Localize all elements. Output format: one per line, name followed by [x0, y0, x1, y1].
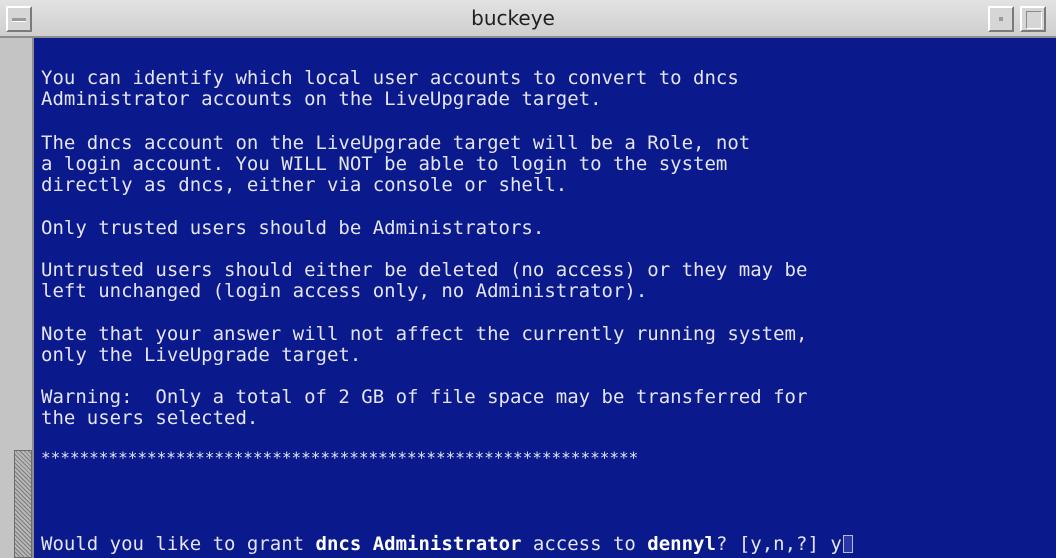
- terminal-line: left unchanged (login access only, no Ad…: [41, 280, 648, 302]
- separator-line: ****************************************…: [41, 448, 639, 467]
- prompt-role: dncs Administrator: [315, 533, 522, 555]
- terminal-window: buckeye You can identify which local use…: [0, 0, 1056, 558]
- prompt-text: access to: [521, 533, 648, 555]
- maximize-icon: [1026, 11, 1042, 29]
- vertical-scrollbar[interactable]: [0, 38, 34, 558]
- terminal-line: directly as dncs, either via console or …: [41, 174, 568, 196]
- prompt-options: ? [y,n,?]: [715, 533, 831, 555]
- scrollbar-thumb[interactable]: [14, 450, 32, 558]
- terminal-line: a login account. You WILL NOT be able to…: [41, 153, 728, 175]
- terminal-line: the users selected.: [41, 407, 259, 429]
- prompt-line: Would you like to grant dncs Administrat…: [41, 534, 853, 554]
- terminal-line: Untrusted users should either be deleted…: [41, 259, 808, 281]
- window-title: buckeye: [471, 6, 555, 30]
- terminal-line: only the LiveUpgrade target.: [41, 344, 362, 366]
- title-bar[interactable]: buckeye: [0, 0, 1056, 38]
- terminal-line: Administrator accounts on the LiveUpgrad…: [41, 88, 602, 110]
- window-menu-icon: [12, 18, 26, 22]
- terminal-line: Warning: Only a total of 2 GB of file sp…: [41, 386, 808, 408]
- terminal-line: Note that your answer will not affect th…: [41, 323, 808, 345]
- terminal-line: The dncs account on the LiveUpgrade targ…: [41, 132, 751, 154]
- terminal-output[interactable]: You can identify which local user accoun…: [34, 38, 1056, 558]
- terminal-line: Only trusted users should be Administrat…: [41, 217, 545, 239]
- terminal-line: You can identify which local user accoun…: [41, 67, 739, 89]
- prompt-input[interactable]: y: [830, 533, 841, 555]
- window-menu-button[interactable]: [6, 6, 32, 32]
- text-cursor: [842, 535, 853, 553]
- minimize-icon: [999, 17, 1003, 21]
- prompt-text: Would you like to grant: [41, 533, 316, 555]
- minimize-button[interactable]: [988, 6, 1014, 32]
- maximize-button[interactable]: [1020, 6, 1046, 32]
- prompt-user: dennyl: [647, 533, 716, 555]
